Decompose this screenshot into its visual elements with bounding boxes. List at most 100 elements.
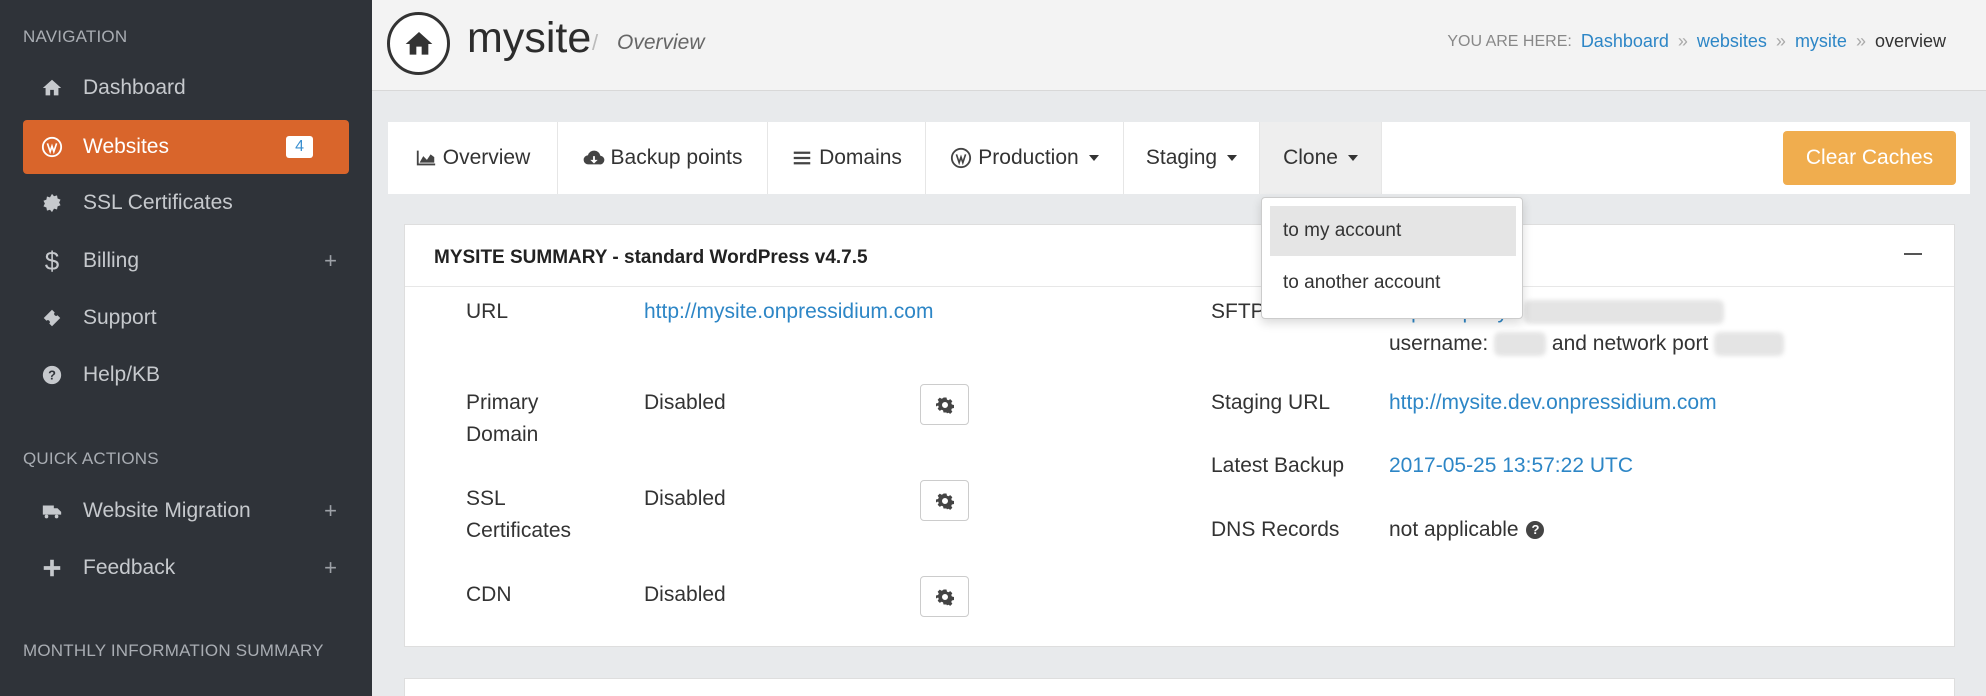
tab-domains[interactable]: Domains — [768, 122, 926, 194]
sidebar-item-dashboard[interactable]: Dashboard — [23, 61, 349, 115]
caret-down-icon — [1227, 155, 1238, 161]
breadcrumb-separator: » — [1677, 31, 1688, 51]
question-circle-icon[interactable]: ? — [1526, 521, 1545, 540]
ssl-settings-button[interactable] — [920, 480, 969, 521]
latest-backup-label: Latest Backup — [1211, 454, 1345, 477]
monthly-summary-heading: MONTHLY INFORMATION SUMMARY — [23, 641, 324, 660]
sidebar-item-support[interactable]: Support — [23, 291, 349, 345]
tab-staging[interactable]: Staging — [1124, 122, 1260, 194]
clear-caches-button[interactable]: Clear Caches — [1783, 131, 1956, 185]
tab-label: Production — [978, 146, 1079, 169]
primary-domain-label: Primary Domain — [466, 387, 538, 451]
sftp-label: SFTP — [1211, 300, 1265, 323]
sidebar-item-website-migration[interactable]: Website Migration + — [23, 484, 349, 538]
tab-label: Clone — [1283, 146, 1338, 169]
cdn-label: CDN — [466, 583, 512, 606]
url-label: URL — [466, 300, 509, 323]
redacted-text — [1494, 332, 1547, 357]
sidebar-item-label: Support — [83, 306, 157, 329]
sidebar-item-help-kb[interactable]: ? Help/KB — [23, 348, 349, 402]
sidebar-item-label: Websites — [83, 135, 169, 158]
sidebar-item-label: SSL Certificates — [83, 191, 233, 214]
dns-records-value: not applicable ? — [1389, 514, 1545, 546]
label-line: Domain — [466, 423, 539, 446]
gear-icon — [935, 397, 954, 414]
page-title: mysite — [467, 14, 592, 62]
expand-icon[interactable]: + — [324, 498, 337, 524]
tab-clone[interactable]: Clone — [1260, 122, 1382, 194]
nav-heading: NAVIGATION — [23, 27, 128, 46]
expand-icon[interactable]: + — [324, 555, 337, 581]
sidebar-item-label: Feedback — [83, 556, 176, 579]
breadcrumb: YOU ARE HERE: Dashboard » websites » mys… — [1447, 31, 1946, 52]
tab-label: Backup points — [610, 146, 743, 169]
panel-title: MYSITE SUMMARY - standard WordPress v4.7… — [434, 247, 868, 268]
truck-icon — [37, 500, 67, 522]
ticket-icon — [37, 307, 67, 329]
tab-bar: Overview Backup points Domains Productio… — [388, 122, 1970, 194]
secondary-panel — [404, 678, 1955, 696]
home-icon[interactable] — [387, 12, 450, 75]
label-line: Primary — [466, 391, 539, 414]
plus-icon — [37, 557, 67, 579]
tab-label: Overview — [442, 146, 531, 169]
sidebar-item-ssl-certificates[interactable]: SSL Certificates — [23, 176, 349, 230]
sidebar-item-billing[interactable]: $ Billing + — [23, 234, 349, 288]
dns-records-label: DNS Records — [1211, 518, 1340, 541]
title-separator: / — [592, 30, 599, 55]
staging-url-link[interactable]: http://mysite.dev.onpressidium.com — [1389, 387, 1717, 419]
cdn-value: Disabled — [644, 583, 726, 606]
svg-text:?: ? — [48, 368, 56, 383]
breadcrumb-separator: » — [1775, 31, 1786, 51]
primary-domain-settings-button[interactable] — [920, 384, 969, 425]
latest-backup-link[interactable]: 2017-05-25 13:57:22 UTC — [1389, 450, 1633, 482]
expand-icon[interactable]: + — [324, 248, 337, 274]
dns-value-text: not applicable — [1389, 518, 1519, 541]
caret-down-icon — [1088, 155, 1099, 161]
breadcrumb-link-websites[interactable]: websites — [1697, 31, 1767, 52]
quick-actions-heading: QUICK ACTIONS — [23, 449, 159, 468]
sidebar-item-feedback[interactable]: Feedback + — [23, 541, 349, 595]
certificate-icon — [37, 192, 67, 214]
breadcrumb-link-dashboard[interactable]: Dashboard — [1581, 31, 1669, 52]
breadcrumb-label: YOU ARE HERE: — [1447, 32, 1572, 50]
collapse-icon[interactable] — [1904, 253, 1922, 255]
tab-overview[interactable]: Overview — [388, 122, 558, 194]
label-line: Certificates — [466, 519, 572, 542]
staging-url-label: Staging URL — [1211, 391, 1331, 414]
tab-backup-points[interactable]: Backup points — [558, 122, 768, 194]
tab-label: Staging — [1145, 146, 1218, 169]
question-icon: ? — [37, 364, 67, 386]
breadcrumb-separator: » — [1855, 31, 1866, 51]
site-url-link[interactable]: http://mysite.onpressidium.com — [644, 296, 933, 328]
area-chart-icon — [416, 150, 435, 166]
list-icon — [793, 151, 811, 165]
ssl-certificates-value: Disabled — [644, 487, 726, 510]
dollar-icon: $ — [44, 245, 60, 276]
gear-icon — [935, 589, 954, 606]
summary-panel: MYSITE SUMMARY - standard WordPress v4.7… — [404, 224, 1955, 647]
sidebar-item-label: Billing — [83, 249, 140, 272]
home-icon — [37, 77, 67, 99]
label-line: SSL — [466, 487, 506, 510]
breadcrumb-current: overview — [1874, 31, 1946, 51]
panel-header: MYSITE SUMMARY - standard WordPress v4.7… — [405, 225, 1954, 287]
breadcrumb-link-mysite[interactable]: mysite — [1795, 31, 1847, 52]
tab-production[interactable]: Production — [926, 122, 1124, 194]
page-subtitle: Overview — [617, 31, 705, 54]
sftp-credentials: username: and network port — [1389, 328, 1785, 360]
port-label: and network port — [1551, 332, 1709, 355]
cdn-settings-button[interactable] — [920, 576, 969, 617]
wordpress-icon — [951, 147, 972, 169]
menu-item-to-my-account[interactable]: to my account — [1270, 206, 1516, 256]
count-badge: 4 — [286, 136, 313, 158]
sidebar: NAVIGATION Dashboard Websites 4 SSL Cert… — [0, 0, 372, 696]
redacted-text — [1714, 332, 1785, 357]
sidebar-item-label: Help/KB — [83, 363, 161, 386]
page-header: mysite / Overview YOU ARE HERE: Dashboar… — [372, 0, 1986, 91]
primary-domain-value: Disabled — [644, 391, 726, 414]
redacted-text — [1524, 300, 1725, 325]
username-label: username: — [1389, 332, 1489, 355]
sidebar-item-websites[interactable]: Websites 4 — [23, 120, 349, 174]
menu-item-to-another-account[interactable]: to another account — [1270, 258, 1516, 308]
